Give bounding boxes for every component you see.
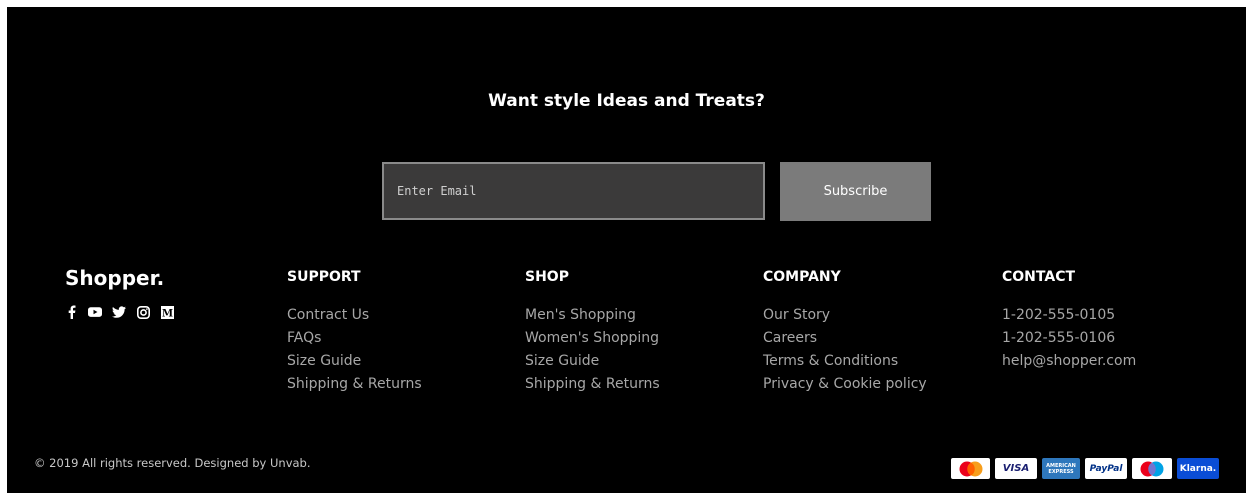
subscribe-button[interactable]: Subscribe xyxy=(780,162,931,221)
amex-icon: AMERICAN EXPRESS xyxy=(1042,458,1080,479)
support-link-size-guide[interactable]: Size Guide xyxy=(287,350,422,373)
copyright-text: © 2019 All rights reserved. Designed by … xyxy=(34,456,311,470)
company-link-story[interactable]: Our Story xyxy=(763,304,927,327)
site-footer: Want style Ideas and Treats? Subscribe S… xyxy=(7,7,1246,493)
company-column: COMPANY Our Story Careers Terms & Condit… xyxy=(763,269,927,396)
company-link-privacy[interactable]: Privacy & Cookie policy xyxy=(763,373,927,396)
mastercard-icon xyxy=(951,458,990,479)
instagram-icon[interactable] xyxy=(136,305,150,319)
company-link-terms[interactable]: Terms & Conditions xyxy=(763,350,927,373)
twitter-icon[interactable] xyxy=(112,305,126,319)
shop-link-womens[interactable]: Women's Shopping xyxy=(525,327,660,350)
support-link-faqs[interactable]: FAQs xyxy=(287,327,422,350)
support-link-shipping[interactable]: Shipping & Returns xyxy=(287,373,422,396)
shop-heading: SHOP xyxy=(525,269,569,285)
company-heading: COMPANY xyxy=(763,269,841,285)
paypal-icon: PayPal xyxy=(1085,458,1127,479)
medium-icon[interactable]: M xyxy=(160,305,174,319)
brand-logo[interactable]: Shopper. xyxy=(65,266,164,290)
support-heading: SUPPORT xyxy=(287,269,361,285)
email-input[interactable] xyxy=(382,162,765,220)
amex-text-bottom: EXPRESS xyxy=(1048,468,1074,475)
contact-phone-2[interactable]: 1-202-555-0106 xyxy=(1002,327,1136,350)
support-column: SUPPORT Contract Us FAQs Size Guide Ship… xyxy=(287,269,422,396)
payment-methods: VISA AMERICAN EXPRESS PayPal Klarna. xyxy=(951,458,1219,479)
newsletter-title: Want style Ideas and Treats? xyxy=(488,91,765,111)
contact-column: CONTACT 1-202-555-0105 1-202-555-0106 he… xyxy=(1002,269,1136,373)
company-link-careers[interactable]: Careers xyxy=(763,327,927,350)
contact-phone-1[interactable]: 1-202-555-0105 xyxy=(1002,304,1136,327)
facebook-icon[interactable] xyxy=(64,305,78,319)
shop-link-mens[interactable]: Men's Shopping xyxy=(525,304,660,327)
youtube-icon[interactable] xyxy=(88,305,102,319)
support-link-contact[interactable]: Contract Us xyxy=(287,304,422,327)
shop-column: SHOP Men's Shopping Women's Shopping Siz… xyxy=(525,269,660,396)
maestro-icon xyxy=(1132,458,1172,479)
visa-icon: VISA xyxy=(995,458,1037,479)
contact-heading: CONTACT xyxy=(1002,269,1076,285)
svg-text:M: M xyxy=(161,308,172,319)
klarna-icon: Klarna. xyxy=(1177,458,1219,479)
shop-link-size-guide[interactable]: Size Guide xyxy=(525,350,660,373)
contact-email[interactable]: help@shopper.com xyxy=(1002,350,1136,373)
shop-link-shipping[interactable]: Shipping & Returns xyxy=(525,373,660,396)
social-links: M xyxy=(64,305,174,319)
